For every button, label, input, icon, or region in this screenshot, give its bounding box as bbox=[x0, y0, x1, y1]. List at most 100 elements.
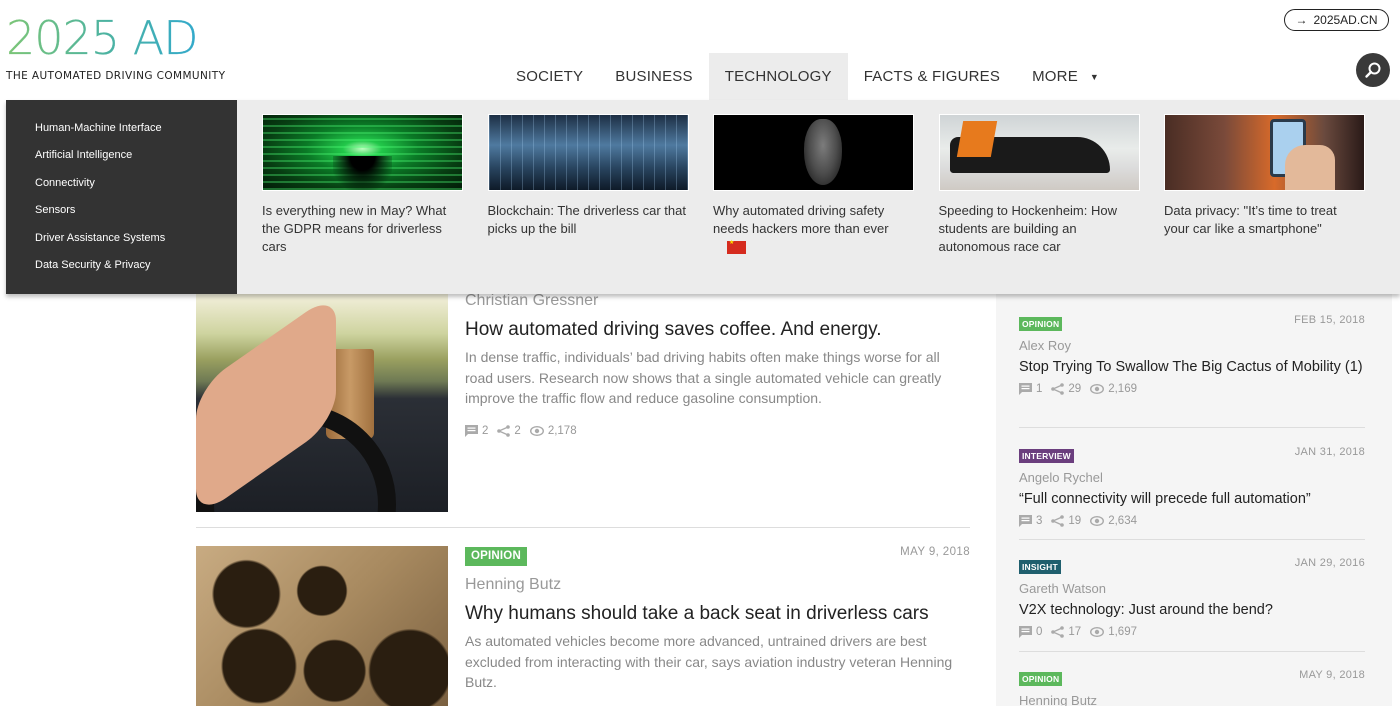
mega-menu-featured: Is everything new in May? What the GDPR … bbox=[262, 114, 1390, 259]
category-artificial-intelligence[interactable]: Artificial Intelligence bbox=[35, 148, 237, 175]
featured-title[interactable]: Is everything new in May? What the GDPR … bbox=[262, 202, 464, 256]
category-badge-interview[interactable]: INTERVIEW bbox=[1019, 449, 1074, 463]
technology-mega-menu: Human-Machine Interface Artificial Intel… bbox=[6, 100, 1400, 294]
article-excerpt: In dense traffic, individuals’ bad drivi… bbox=[465, 349, 942, 406]
share-count[interactable]: 19 bbox=[1051, 515, 1081, 527]
main-nav: SOCIETY BUSINESS TECHNOLOGY FACTS & FIGU… bbox=[500, 53, 1115, 100]
article-image[interactable] bbox=[196, 294, 448, 512]
featured-article[interactable]: Data privacy: "It’s time to treat your c… bbox=[1164, 114, 1390, 259]
nav-item-facts-figures[interactable]: FACTS & FIGURES bbox=[848, 53, 1016, 100]
featured-thumbnail[interactable] bbox=[938, 114, 1140, 191]
comment-icon bbox=[1019, 382, 1032, 395]
share-count[interactable]: 17 bbox=[1051, 626, 1081, 638]
nav-label: FACTS & FIGURES bbox=[863, 68, 1001, 85]
featured-article[interactable]: Blockchain: The driverless car that pick… bbox=[487, 114, 714, 259]
featured-article[interactable]: Speeding to Hockenheim: How students are… bbox=[938, 114, 1165, 259]
article-title[interactable]: Stop Trying To Swallow The Big Cactus of… bbox=[1019, 357, 1365, 378]
cn-site-link[interactable]: → 2025AD.CN bbox=[1284, 9, 1389, 31]
mega-menu-categories: Human-Machine Interface Artificial Intel… bbox=[6, 100, 237, 294]
sidebar-article: INSIGHT JAN 29, 2016 Gareth Watson V2X t… bbox=[1019, 557, 1365, 638]
category-badge-insight[interactable]: INSIGHT bbox=[1019, 560, 1061, 574]
eye-icon bbox=[1090, 626, 1105, 637]
divider bbox=[1019, 651, 1365, 652]
comment-count[interactable]: 1 bbox=[1019, 382, 1043, 395]
share-icon bbox=[1051, 625, 1065, 638]
article-date: FEB 15, 2018 bbox=[1294, 314, 1365, 326]
featured-title[interactable]: Speeding to Hockenheim: How students are… bbox=[939, 202, 1141, 256]
cn-site-link-label: 2025AD.CN bbox=[1313, 13, 1378, 27]
featured-article[interactable]: Why automated driving safety needs hacke… bbox=[713, 114, 939, 259]
share-count[interactable]: 2 bbox=[497, 424, 521, 437]
nav-label: BUSINESS bbox=[615, 68, 693, 85]
article-date: MAY 9, 2018 bbox=[1299, 669, 1365, 681]
category-badge-opinion[interactable]: OPINION bbox=[1019, 317, 1063, 331]
nav-item-technology[interactable]: TECHNOLOGY bbox=[708, 53, 848, 100]
article-card: Christian Gressner How automated driving… bbox=[196, 284, 970, 528]
view-count: 1,697 bbox=[1090, 626, 1137, 638]
article-author[interactable]: Gareth Watson bbox=[1019, 581, 1365, 597]
comment-count[interactable]: 0 bbox=[1019, 625, 1042, 638]
site-header: 2025 AD THE AUTOMATED DRIVING COMMUNITY … bbox=[0, 0, 1400, 100]
featured-article[interactable]: Is everything new in May? What the GDPR … bbox=[262, 114, 488, 259]
category-driver-assistance-systems[interactable]: Driver Assistance Systems bbox=[35, 231, 237, 258]
featured-title[interactable]: Data privacy: "It’s time to treat your c… bbox=[1164, 202, 1366, 238]
article-stats: 3 19 2,634 bbox=[1019, 514, 1365, 527]
category-human-machine-interface[interactable]: Human-Machine Interface bbox=[35, 121, 237, 148]
sidebar-article: OPINION MAY 9, 2018 Henning Butz bbox=[1019, 669, 1365, 706]
featured-title[interactable]: Why automated driving safety needs hacke… bbox=[713, 202, 915, 238]
featured-thumbnail[interactable] bbox=[487, 114, 689, 191]
comment-count-value: 1 bbox=[1036, 382, 1043, 395]
featured-thumbnail[interactable] bbox=[1164, 114, 1365, 191]
eye-icon bbox=[1090, 515, 1105, 526]
eye-icon bbox=[529, 425, 544, 436]
article-date: JAN 29, 2016 bbox=[1294, 557, 1365, 569]
view-count: 2,178 bbox=[529, 425, 577, 437]
comment-count[interactable]: 2 bbox=[465, 424, 489, 437]
caret-down-icon: ▼ bbox=[1089, 71, 1100, 82]
share-count-value: 2 bbox=[514, 424, 521, 437]
article-author[interactable]: Angelo Rychel bbox=[1019, 470, 1365, 486]
featured-thumbnail[interactable] bbox=[262, 114, 463, 191]
logo-mark[interactable]: 2025 AD bbox=[6, 14, 225, 62]
comment-icon bbox=[1019, 625, 1032, 638]
article-title[interactable]: V2X technology: Just around the bend? bbox=[1019, 600, 1365, 621]
article-author[interactable]: Alex Roy bbox=[1019, 338, 1365, 354]
logo-tagline: THE AUTOMATED DRIVING COMMUNITY bbox=[6, 70, 226, 82]
nav-item-society[interactable]: SOCIETY bbox=[500, 53, 599, 100]
search-icon bbox=[1365, 62, 1381, 78]
article-title[interactable]: Why humans should take a back seat in dr… bbox=[465, 602, 970, 626]
share-icon bbox=[1051, 382, 1065, 395]
view-count: 2,634 bbox=[1090, 515, 1137, 527]
featured-title[interactable]: Blockchain: The driverless car that pick… bbox=[488, 202, 690, 238]
article-stats: 2 2 2,178 bbox=[465, 424, 970, 437]
article-title[interactable]: How automated driving saves coffee. And … bbox=[465, 318, 970, 342]
category-sensors[interactable]: Sensors bbox=[35, 203, 237, 230]
view-count-value: 1,697 bbox=[1108, 625, 1137, 638]
sidebar-article-list: OPINION FEB 15, 2018 Alex Roy Stop Tryin… bbox=[996, 294, 1392, 706]
article-title[interactable]: “Full connectivity will precede full aut… bbox=[1019, 489, 1365, 510]
sidebar-article: INTERVIEW JAN 31, 2018 Angelo Rychel “Fu… bbox=[1019, 446, 1365, 527]
china-flag-icon bbox=[727, 239, 746, 254]
comment-count[interactable]: 3 bbox=[1019, 514, 1042, 527]
category-badge-opinion[interactable]: OPINION bbox=[465, 547, 527, 566]
article-image[interactable] bbox=[196, 546, 448, 706]
comment-count-value: 2 bbox=[482, 424, 489, 437]
view-count: 2,169 bbox=[1090, 383, 1137, 395]
category-connectivity[interactable]: Connectivity bbox=[35, 176, 237, 203]
comment-icon bbox=[1019, 514, 1032, 527]
share-count[interactable]: 29 bbox=[1051, 383, 1081, 395]
article-author[interactable]: Henning Butz bbox=[1019, 693, 1365, 706]
nav-item-business[interactable]: BUSINESS bbox=[599, 53, 708, 100]
search-button[interactable] bbox=[1356, 53, 1390, 87]
article-author[interactable]: Henning Butz bbox=[465, 575, 970, 595]
nav-item-more[interactable]: MORE ▼ bbox=[1016, 53, 1115, 100]
category-data-security-privacy[interactable]: Data Security & Privacy bbox=[35, 258, 237, 285]
article-author[interactable]: Christian Gressner bbox=[465, 291, 970, 311]
logo[interactable]: 2025 AD THE AUTOMATED DRIVING COMMUNITY bbox=[6, 14, 225, 82]
share-icon bbox=[497, 424, 511, 437]
arrow-right-icon: → bbox=[1295, 13, 1308, 27]
share-count-value: 17 bbox=[1068, 625, 1082, 638]
featured-thumbnail[interactable] bbox=[713, 114, 914, 191]
nav-label: TECHNOLOGY bbox=[724, 68, 832, 85]
category-badge-opinion[interactable]: OPINION bbox=[1019, 672, 1063, 686]
